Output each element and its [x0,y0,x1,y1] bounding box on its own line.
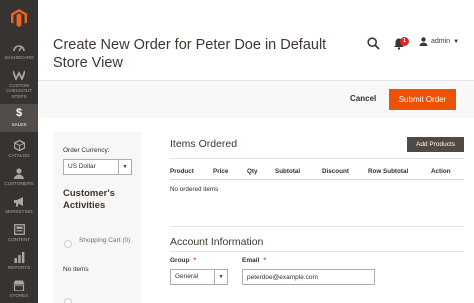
megaphone-icon [13,195,25,207]
global-search-icon[interactable] [367,37,380,50]
chevron-down-icon: ▼ [118,160,131,174]
order-currency-select[interactable]: US Dollar ▼ [63,159,132,175]
reports-icon [13,251,25,263]
customers-icon [13,167,25,179]
column-header-discount: Discount [322,168,349,175]
catalog-icon [13,139,25,151]
submit-order-button[interactable]: Submit Order [389,89,456,110]
magento-logo[interactable] [0,0,38,36]
nav-sales-label: SALES [11,122,27,127]
nav-content-label: CONTENT [7,237,31,242]
email-label-text: Email [242,257,260,264]
admin-username: admin [431,38,451,45]
divider [170,226,464,227]
no-items-text: No items [63,266,89,273]
email-field[interactable] [242,269,375,285]
user-icon [419,37,428,46]
email-field-label: Email * [242,257,266,264]
group-field-label: Group * [170,257,196,264]
notification-count-badge: 1 [400,37,409,46]
admin-sidebar: DASHBOARD CUSTOM CHECKOUT STEPS $ SALES … [0,0,38,303]
nav-catalog[interactable]: CATALOG [0,136,38,162]
chevron-down-icon: ▼ [214,270,227,284]
nav-catalog-label: CATALOG [8,153,30,158]
divider [170,158,464,159]
magento-logo-icon [11,9,27,27]
content-icon [13,223,25,235]
admin-user-menu[interactable]: admin ▼ [419,37,459,46]
shopping-cart-radio[interactable] [64,240,72,248]
required-marker: * [193,257,197,264]
nav-customers-label: CUSTOMERS [4,181,34,186]
column-header-row-subtotal: Row Subtotal [368,168,409,175]
checkout-steps-icon [13,69,25,81]
cancel-button[interactable]: Cancel [344,89,382,109]
nav-stores[interactable]: STORES [0,276,38,303]
dashboard-icon [13,41,25,53]
stores-icon [13,279,25,291]
order-currency-value: US Dollar [68,163,96,170]
nav-dashboard-label: DASHBOARD [4,55,34,60]
nav-marketing[interactable]: MARKETING [0,192,38,218]
items-ordered-title: Items Ordered [170,138,238,150]
chevron-down-icon: ▼ [453,38,460,45]
add-products-button[interactable]: Add Products [407,137,464,152]
account-information-title: Account Information [170,236,264,248]
nav-reports[interactable]: REPORTS [0,248,38,274]
required-marker: * [263,257,266,264]
customer-group-select[interactable]: General ▼ [170,269,228,285]
nav-sales[interactable]: $ SALES [0,104,38,132]
column-header-action: Action [431,168,451,175]
page-title: Create New Order for Peter Doe in Defaul… [53,37,327,71]
nav-reports-label: REPORTS [7,265,31,270]
order-currency-label: Order Currency: [63,147,110,154]
customer-activities-title: Customer's Activities [63,188,115,211]
nav-custom-checkout-steps[interactable]: CUSTOM CHECKOUT STEPS [0,66,38,104]
nav-dashboard[interactable]: DASHBOARD [0,38,38,64]
nav-marketing-label: MARKETING [5,209,33,214]
column-header-subtotal: Subtotal [275,168,301,175]
shopping-cart-label[interactable]: Shopping Cart (0) [79,237,139,246]
customer-group-value: General [175,273,199,280]
nav-stores-label: STORES [9,293,29,298]
activity-radio[interactable] [64,298,72,303]
order-sidebar-panel [53,132,142,303]
group-label-text: Group [170,257,190,264]
table-header-divider [170,179,464,180]
dollar-icon: $ [15,107,23,120]
column-header-product: Product [170,168,194,175]
nav-checkout-label: CUSTOM CHECKOUT STEPS [6,83,32,99]
no-ordered-items-text: No ordered items [170,186,219,193]
nav-customers[interactable]: CUSTOMERS [0,164,38,190]
nav-content[interactable]: CONTENT [0,220,38,246]
column-header-price: Price [213,168,229,175]
column-header-qty: Qty [247,168,258,175]
divider [170,251,464,252]
